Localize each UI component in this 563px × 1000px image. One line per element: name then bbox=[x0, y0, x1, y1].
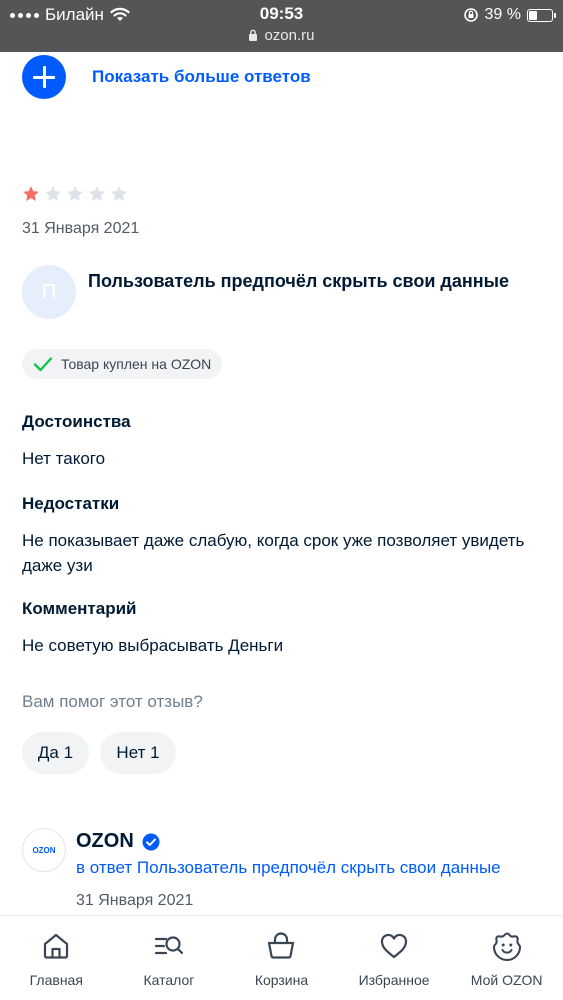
battery-percent: 39 % bbox=[484, 6, 521, 23]
profile-smile-icon bbox=[492, 932, 521, 962]
seller-name-text: OZON bbox=[76, 830, 134, 852]
vote-yes-button[interactable]: Да 1 bbox=[22, 732, 89, 774]
nav-item-home[interactable]: Главная bbox=[0, 916, 113, 1000]
nav-item-cart[interactable]: Корзина bbox=[225, 916, 338, 1000]
star-empty-icon bbox=[45, 186, 61, 201]
heart-icon bbox=[380, 933, 408, 959]
status-bar: Билайн 09:53 ozon.ru 39 % bbox=[0, 0, 563, 52]
nav-label-home: Главная bbox=[29, 972, 83, 988]
seller-logo[interactable]: OZON bbox=[22, 828, 66, 872]
review-author: Пользователь предпочёл скрыть свои данны… bbox=[88, 271, 509, 291]
pros-text: Нет такого bbox=[22, 449, 106, 468]
star-filled-icon bbox=[23, 186, 39, 201]
nav-label-cart: Корзина bbox=[254, 972, 309, 988]
basket-icon bbox=[268, 932, 295, 959]
star-empty-icon bbox=[111, 186, 127, 201]
reply-to-link[interactable]: в ответ Пользователь предпочёл скрыть св… bbox=[76, 858, 501, 878]
nav-item-favorites[interactable]: Избранное bbox=[338, 916, 451, 1000]
seller-logo-text: OZON bbox=[26, 832, 62, 868]
battery-icon bbox=[527, 8, 556, 22]
star-empty-icon bbox=[67, 186, 83, 201]
seller-name[interactable]: OZON bbox=[76, 830, 160, 853]
nav-label-profile: Мой OZON bbox=[470, 972, 543, 988]
check-icon bbox=[33, 357, 53, 372]
home-icon bbox=[44, 933, 69, 959]
show-more-answers-button[interactable]: Показать больше ответов bbox=[22, 55, 311, 99]
catalog-search-icon bbox=[154, 936, 183, 955]
nav-label-catalog: Каталог bbox=[143, 972, 195, 988]
review-date: 31 Января 2021 bbox=[22, 220, 140, 237]
status-bar-right: 39 % bbox=[463, 4, 556, 26]
helpful-question: Вам помог этот отзыв? bbox=[22, 692, 203, 711]
pros-title: Достоинства bbox=[22, 412, 131, 431]
comment-text: Не советую выбрасывать Деньги bbox=[22, 636, 284, 655]
bottom-nav: Главная Каталог Корзина Избранное Мой OZ… bbox=[0, 915, 563, 1000]
plus-icon bbox=[22, 55, 66, 99]
purchase-badge-label: Товар куплен на OZON bbox=[61, 356, 212, 372]
avatar: П bbox=[22, 265, 76, 319]
nav-label-favorites: Избранное bbox=[358, 972, 430, 988]
comment-title: Комментарий bbox=[22, 599, 137, 618]
vote-no-button[interactable]: Нет 1 bbox=[100, 732, 176, 774]
cons-text: Не показывает даже слабую, когда срок уж… bbox=[22, 531, 525, 575]
cons-title: Недостатки bbox=[22, 494, 120, 513]
show-more-answers-label: Показать больше ответов bbox=[92, 67, 311, 86]
vote-yes-label: Да 1 bbox=[37, 743, 74, 762]
reply-date: 31 Января 2021 bbox=[76, 892, 194, 909]
url-text: ozon.ru bbox=[264, 27, 315, 44]
address-bar[interactable]: ozon.ru bbox=[0, 27, 563, 44]
rotation-lock-icon bbox=[463, 8, 478, 22]
purchase-badge: Товар куплен на OZON bbox=[22, 349, 223, 379]
nav-item-profile[interactable]: Мой OZON bbox=[450, 916, 563, 1000]
lock-icon bbox=[249, 29, 258, 41]
avatar-letter: П bbox=[41, 280, 57, 303]
star-empty-icon bbox=[89, 186, 105, 201]
verified-icon bbox=[142, 833, 160, 850]
nav-item-catalog[interactable]: Каталог bbox=[113, 916, 226, 1000]
vote-no-label: Нет 1 bbox=[116, 743, 160, 762]
rating-stars bbox=[22, 185, 128, 203]
